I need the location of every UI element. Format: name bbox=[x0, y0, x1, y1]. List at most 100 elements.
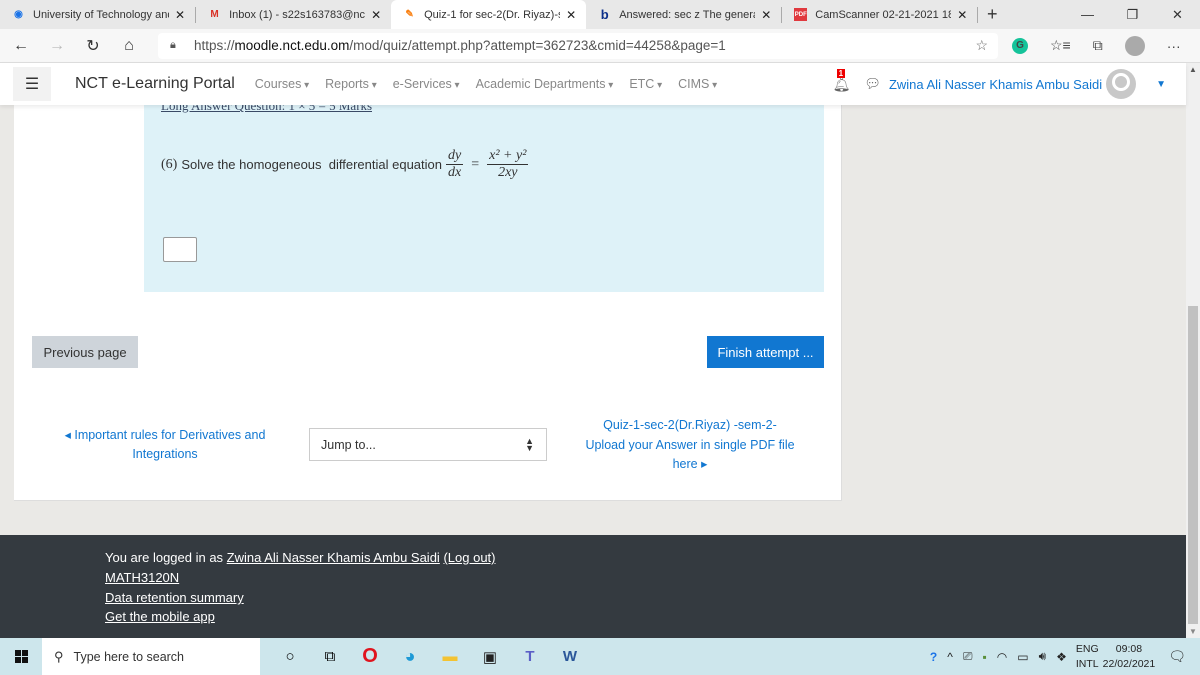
restore-button[interactable]: ❐ bbox=[1110, 0, 1155, 29]
task-view-icon[interactable]: ⧉ bbox=[310, 638, 350, 675]
volume-icon[interactable]: 🔊︎ bbox=[1039, 649, 1047, 664]
select-arrows-icon: ▲ ▼ bbox=[525, 435, 534, 453]
close-tab-icon[interactable]: ✕ bbox=[175, 8, 185, 22]
language-secondary: INTL bbox=[1075, 657, 1099, 670]
windows-start-icon[interactable] bbox=[0, 650, 42, 663]
file-explorer-icon[interactable]: ▬ bbox=[430, 638, 470, 675]
edge-icon[interactable]: ◕ bbox=[390, 638, 430, 675]
lock-icon: 🔒︎ bbox=[170, 39, 176, 51]
action-center-icon[interactable]: 🗨︎ bbox=[1168, 648, 1186, 665]
favorites-icon[interactable]: ☆≡ bbox=[1050, 37, 1071, 54]
camera-icon[interactable]: ⎚ bbox=[963, 649, 973, 664]
new-tab-button[interactable]: + bbox=[978, 0, 1006, 29]
notification-badge: 1 bbox=[836, 68, 846, 78]
scroll-up-arrow-icon[interactable]: ▲ bbox=[1189, 65, 1197, 74]
menu-e-services[interactable]: e-Services bbox=[393, 77, 460, 91]
scrollbar-thumb[interactable] bbox=[1188, 306, 1198, 624]
user-menu-chevron-down-icon[interactable]: ▼ bbox=[1156, 79, 1166, 90]
user-area: 🔔︎ 1 💬︎ Zwina Ali Nasser Khamis Ambu Said… bbox=[833, 68, 1166, 99]
profile-icon[interactable] bbox=[1124, 35, 1145, 56]
collections-icon[interactable]: ⧉ bbox=[1093, 37, 1103, 54]
tab-title: University of Technology and A bbox=[33, 8, 169, 21]
language-indicator[interactable]: ENG INTL bbox=[1076, 642, 1099, 672]
grammarly-icon[interactable]: G bbox=[1012, 37, 1028, 54]
tab-title: Quiz-1 for sec-2(Dr. Riyaz)-sem bbox=[424, 8, 560, 21]
cortana-icon[interactable]: ○ bbox=[270, 638, 310, 675]
finish-attempt-button[interactable]: Finish attempt ... bbox=[707, 336, 824, 368]
menu-etc[interactable]: ETC bbox=[629, 77, 662, 91]
page-footer: You are logged in as Zwina Ali Nasser Kh… bbox=[0, 535, 1186, 638]
battery-icon[interactable]: ▭ bbox=[1017, 650, 1028, 664]
messages-icon[interactable]: 💬︎ bbox=[864, 76, 881, 92]
browser-tab[interactable]: ◉ University of Technology and A ✕ bbox=[0, 0, 195, 29]
question-prompt: Solve the homogeneous differential equat… bbox=[181, 157, 443, 172]
mobile-app-link[interactable]: Get the mobile app bbox=[105, 609, 215, 624]
minimize-button[interactable]: — bbox=[1065, 0, 1110, 29]
gmail-icon: M bbox=[210, 9, 219, 20]
menu-reports[interactable]: Reports bbox=[325, 77, 377, 91]
rhs-numerator: x² + y² bbox=[487, 148, 529, 165]
window-controls: — ❐ ✕ bbox=[1065, 0, 1200, 29]
browser-tab[interactable]: PDF CamScanner 02-21-2021 18.33 ✕ bbox=[782, 0, 977, 29]
hamburger-menu-button[interactable]: ☰ bbox=[13, 67, 51, 101]
url-path: /mod/quiz/attempt.php?attempt=362723&cmi… bbox=[349, 38, 726, 53]
back-button[interactable]: ← bbox=[6, 31, 36, 61]
user-name[interactable]: Zwina Ali Nasser Khamis Ambu Saidi bbox=[889, 77, 1102, 92]
lhs-numerator: dy bbox=[446, 148, 464, 165]
language-primary: ENG bbox=[1075, 642, 1099, 655]
jump-to-select[interactable]: Jump to... ▲ ▼ bbox=[309, 428, 547, 461]
logout-link[interactable]: (Log out) bbox=[443, 550, 495, 565]
home-button[interactable]: ⌂ bbox=[114, 31, 144, 61]
lhs-denominator: dx bbox=[448, 165, 462, 180]
moodle-icon: ✎ bbox=[405, 9, 414, 20]
equals-sign: = bbox=[471, 156, 480, 172]
close-tab-icon[interactable]: ✕ bbox=[371, 8, 381, 22]
add-favorite-icon[interactable]: ☆ bbox=[975, 37, 988, 54]
rhs-fraction: x² + y² 2xy bbox=[487, 148, 529, 181]
dropbox-icon[interactable]: ❖ bbox=[1056, 650, 1067, 664]
reload-button[interactable]: ↻ bbox=[78, 31, 108, 61]
browser-tab-active[interactable]: ✎ Quiz-1 for sec-2(Dr. Riyaz)-sem ✕ bbox=[391, 0, 587, 29]
close-window-button[interactable]: ✕ bbox=[1155, 0, 1200, 29]
opera-icon[interactable]: O bbox=[350, 638, 390, 675]
taskbar-search-input[interactable]: ⚲ Type here to search bbox=[42, 638, 260, 675]
url-scheme: https:// bbox=[194, 38, 235, 53]
answer-input[interactable] bbox=[163, 237, 197, 262]
avatar[interactable] bbox=[1106, 69, 1137, 99]
close-tab-icon[interactable]: ✕ bbox=[761, 8, 771, 22]
course-link[interactable]: MATH3120N bbox=[105, 570, 179, 585]
word-icon[interactable]: W bbox=[550, 638, 590, 675]
forward-button[interactable]: → bbox=[42, 31, 72, 61]
app-tray-icon[interactable]: ▪ bbox=[982, 650, 986, 664]
jump-to-label: Jump to... bbox=[321, 437, 376, 452]
site-brand[interactable]: NCT e-Learning Portal bbox=[75, 75, 235, 93]
show-hidden-icons-chevron-icon[interactable]: ^ bbox=[947, 650, 953, 664]
close-tab-icon[interactable]: ✕ bbox=[566, 8, 576, 22]
browser-tab[interactable]: b Answered: sec z The general sc ✕ bbox=[586, 0, 781, 29]
close-tab-icon[interactable]: ✕ bbox=[957, 8, 967, 22]
address-bar-row: ← → ↻ ⌂ 🔒︎ https://moodle.nct.edu.om/mod… bbox=[0, 29, 1200, 63]
clock-time: 09:08 bbox=[1115, 642, 1143, 655]
data-retention-link[interactable]: Data retention summary bbox=[105, 590, 244, 605]
menu-courses[interactable]: Courses bbox=[255, 77, 309, 91]
logged-in-prefix: You are logged in as bbox=[105, 550, 227, 565]
next-activity-link[interactable]: Quiz-1-sec-2(Dr.Riyaz) -sem-2- Upload yo… bbox=[585, 416, 795, 475]
browser-tab[interactable]: M Inbox (1) - s22s163783@nct.ed ✕ bbox=[196, 0, 391, 29]
store-icon[interactable]: ▣ bbox=[470, 638, 510, 675]
previous-page-button[interactable]: Previous page bbox=[32, 336, 138, 368]
notifications-bell-icon[interactable]: 🔔︎ 1 bbox=[833, 68, 850, 93]
url-input[interactable]: 🔒︎ https://moodle.nct.edu.om/mod/quiz/at… bbox=[158, 32, 998, 59]
scroll-down-arrow-icon[interactable]: ▼ bbox=[1189, 627, 1197, 636]
page-scrollbar[interactable]: ▲ ▼ bbox=[1186, 63, 1200, 638]
more-menu-icon[interactable]: ··· bbox=[1167, 38, 1181, 54]
tab-title: CamScanner 02-21-2021 18.33 bbox=[815, 8, 952, 21]
teams-icon[interactable]: T bbox=[510, 638, 550, 675]
help-icon[interactable]: ? bbox=[930, 650, 937, 664]
wifi-icon[interactable]: ◠ bbox=[997, 650, 1007, 664]
site-navbar: ☰ NCT e-Learning Portal Courses Reports … bbox=[0, 63, 1186, 105]
menu-cims[interactable]: CIMS bbox=[678, 77, 717, 91]
previous-activity-link[interactable]: ◂ Important rules for Derivatives and In… bbox=[60, 426, 270, 464]
menu-academic-departments[interactable]: Academic Departments bbox=[476, 77, 614, 91]
footer-user-link[interactable]: Zwina Ali Nasser Khamis Ambu Saidi bbox=[227, 550, 440, 565]
system-clock[interactable]: 09:08 22/02/2021 bbox=[1103, 642, 1156, 672]
